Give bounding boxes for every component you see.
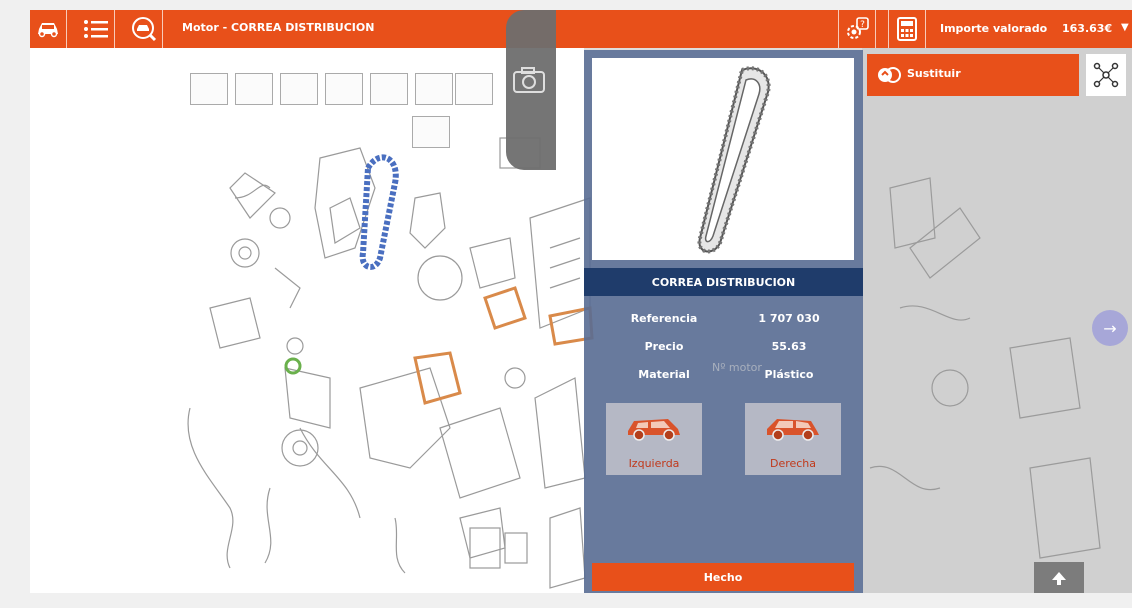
left-side-label: Izquierda xyxy=(628,457,680,470)
car-search-icon xyxy=(132,17,157,42)
left-side-button[interactable]: Izquierda xyxy=(606,403,702,475)
calculator-button[interactable] xyxy=(888,10,926,48)
page-title: Motor - CORREA DISTRIBUCION xyxy=(182,21,375,34)
spec-label-precio: Precio xyxy=(644,340,684,353)
help-gear-icon: ? xyxy=(847,17,869,39)
calculator-icon xyxy=(897,17,917,41)
svg-text:?: ? xyxy=(860,20,865,30)
part-image xyxy=(592,58,854,260)
importe-value: 163.63€ xyxy=(1062,22,1113,35)
camera-icon xyxy=(513,67,545,93)
part-detail-panel: CORREA DISTRIBUCION Referencia 1 707 030… xyxy=(584,50,863,593)
right-side-button[interactable]: Derecha xyxy=(745,403,841,475)
network-icon xyxy=(1093,62,1119,88)
done-button[interactable]: Hecho xyxy=(592,563,854,591)
part-name: CORREA DISTRIBUCION xyxy=(584,268,863,296)
right-side-label: Derecha xyxy=(769,457,817,470)
importe-label: Importe valorado xyxy=(940,22,1048,35)
replace-label: Sustituir xyxy=(907,67,961,80)
replace-button[interactable]: Sustituir xyxy=(867,54,1079,96)
menu-list-button[interactable] xyxy=(78,10,115,48)
spec-label-referencia: Referencia xyxy=(630,312,698,325)
caret-down-icon[interactable]: ▼ xyxy=(1121,22,1129,33)
spec-value-precio: 55.63 xyxy=(771,340,807,353)
arrow-up-icon xyxy=(1052,571,1066,585)
car-left-icon xyxy=(628,419,680,441)
list-icon xyxy=(84,20,108,38)
scroll-top-button[interactable] xyxy=(1034,562,1084,593)
camera-tab[interactable] xyxy=(506,10,556,170)
vehicle-button[interactable] xyxy=(30,10,67,48)
timing-belt-image xyxy=(697,66,771,254)
spec-value-material: Plástico xyxy=(764,368,814,381)
spec-value-referencia: 1 707 030 xyxy=(758,312,820,325)
exploded-diagram-canvas[interactable] xyxy=(30,48,1132,593)
top-toolbar: Motor - CORREA DISTRIBUCION ? Importe va… xyxy=(30,10,1132,48)
next-arrow-button[interactable]: → xyxy=(1092,310,1128,346)
car-icon xyxy=(38,23,58,38)
car-right-icon xyxy=(767,419,819,441)
vehicle-search-button[interactable] xyxy=(126,10,163,48)
help-button[interactable]: ? xyxy=(838,10,876,48)
network-button[interactable] xyxy=(1086,54,1126,96)
canvas-overlay-right xyxy=(862,48,1132,593)
replace-icon xyxy=(878,67,901,83)
spec-label-material: Material xyxy=(638,368,690,381)
arrow-right-icon: → xyxy=(1103,318,1117,338)
